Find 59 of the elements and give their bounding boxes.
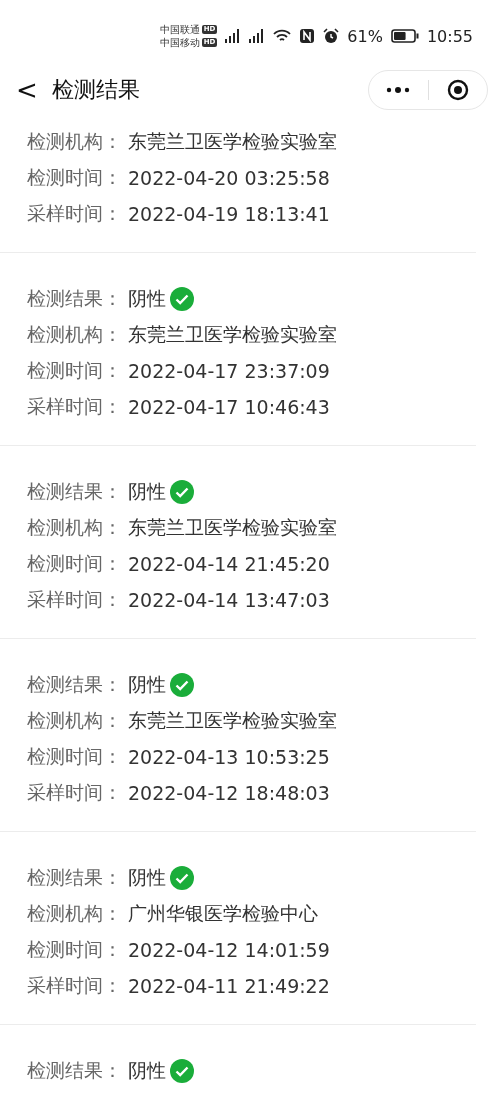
field-label: 检测机构： [27, 322, 122, 347]
field-value: 阴性 [128, 1058, 166, 1083]
signal-icon [249, 29, 266, 43]
field-label: 检测机构： [27, 708, 122, 733]
back-button[interactable]: < [16, 75, 52, 105]
field-label: 检测机构： [27, 515, 122, 540]
field-value: 2022-04-17 10:46:43 [128, 396, 330, 418]
field-value: 阴性 [128, 479, 166, 504]
field-value: 阴性 [128, 286, 166, 311]
field-label: 检测时间： [27, 551, 122, 576]
field-value: 东莞兰卫医学检验实验室 [128, 515, 337, 540]
field-label: 采样时间： [27, 587, 122, 612]
field-label: 采样时间： [27, 780, 122, 805]
wifi-icon [273, 29, 292, 43]
check-circle-icon [170, 480, 194, 504]
field-value: 东莞兰卫医学检验实验室 [128, 322, 337, 347]
field-label: 检测时间： [27, 358, 122, 383]
field-value: 2022-04-12 14:01:59 [128, 939, 330, 961]
battery-percent: 61% [347, 26, 383, 46]
field-label: 检测结果： [27, 479, 122, 504]
field-value: 广州华银医学检验中心 [128, 901, 318, 926]
field-value: 2022-04-20 03:25:58 [128, 167, 330, 189]
check-circle-icon [170, 287, 194, 311]
field-value: 2022-04-14 13:47:03 [128, 589, 330, 611]
field-label: 检测机构： [27, 901, 122, 926]
page-title: 检测结果 [52, 76, 141, 104]
nfc-icon [299, 28, 316, 44]
field-value: 2022-04-17 23:37:09 [128, 360, 330, 382]
field-label: 检测结果： [27, 1058, 122, 1083]
field-label: 检测时间： [27, 937, 122, 962]
field-label: 检测结果： [27, 865, 122, 890]
field-value: 阴性 [128, 672, 166, 697]
field-value: 2022-04-19 18:13:41 [128, 203, 330, 225]
field-value: 2022-04-11 21:49:22 [128, 975, 330, 997]
check-circle-icon [170, 1059, 194, 1083]
field-label: 检测时间： [27, 744, 122, 769]
carrier-name: 中国联通 [159, 23, 200, 36]
field-value: 2022-04-13 10:53:25 [128, 746, 330, 768]
field-value: 2022-04-12 18:48:03 [128, 782, 330, 804]
field-value: 东莞兰卫医学检验实验室 [128, 708, 337, 733]
field-label: 检测时间： [27, 165, 122, 190]
close-target-icon[interactable] [446, 79, 469, 101]
check-circle-icon [170, 673, 194, 697]
field-value: 阴性 [128, 865, 166, 890]
signal-icon [225, 29, 242, 43]
field-label: 采样时间： [27, 973, 122, 998]
field-value: 东莞兰卫医学检验实验室 [128, 129, 337, 154]
more-icon[interactable] [386, 87, 411, 93]
check-circle-icon [170, 866, 194, 890]
alarm-icon [323, 28, 340, 44]
battery-icon [390, 29, 419, 43]
field-label: 采样时间： [27, 394, 122, 419]
field-value: 2022-04-14 21:45:20 [128, 553, 330, 575]
field-label: 检测结果： [27, 286, 122, 311]
field-label: 采样时间： [27, 201, 122, 226]
field-label: 检测机构： [27, 129, 122, 154]
carrier-name: 中国移动 [159, 36, 200, 49]
clock-time: 10:55 [426, 26, 473, 46]
field-label: 检测结果： [27, 672, 122, 697]
